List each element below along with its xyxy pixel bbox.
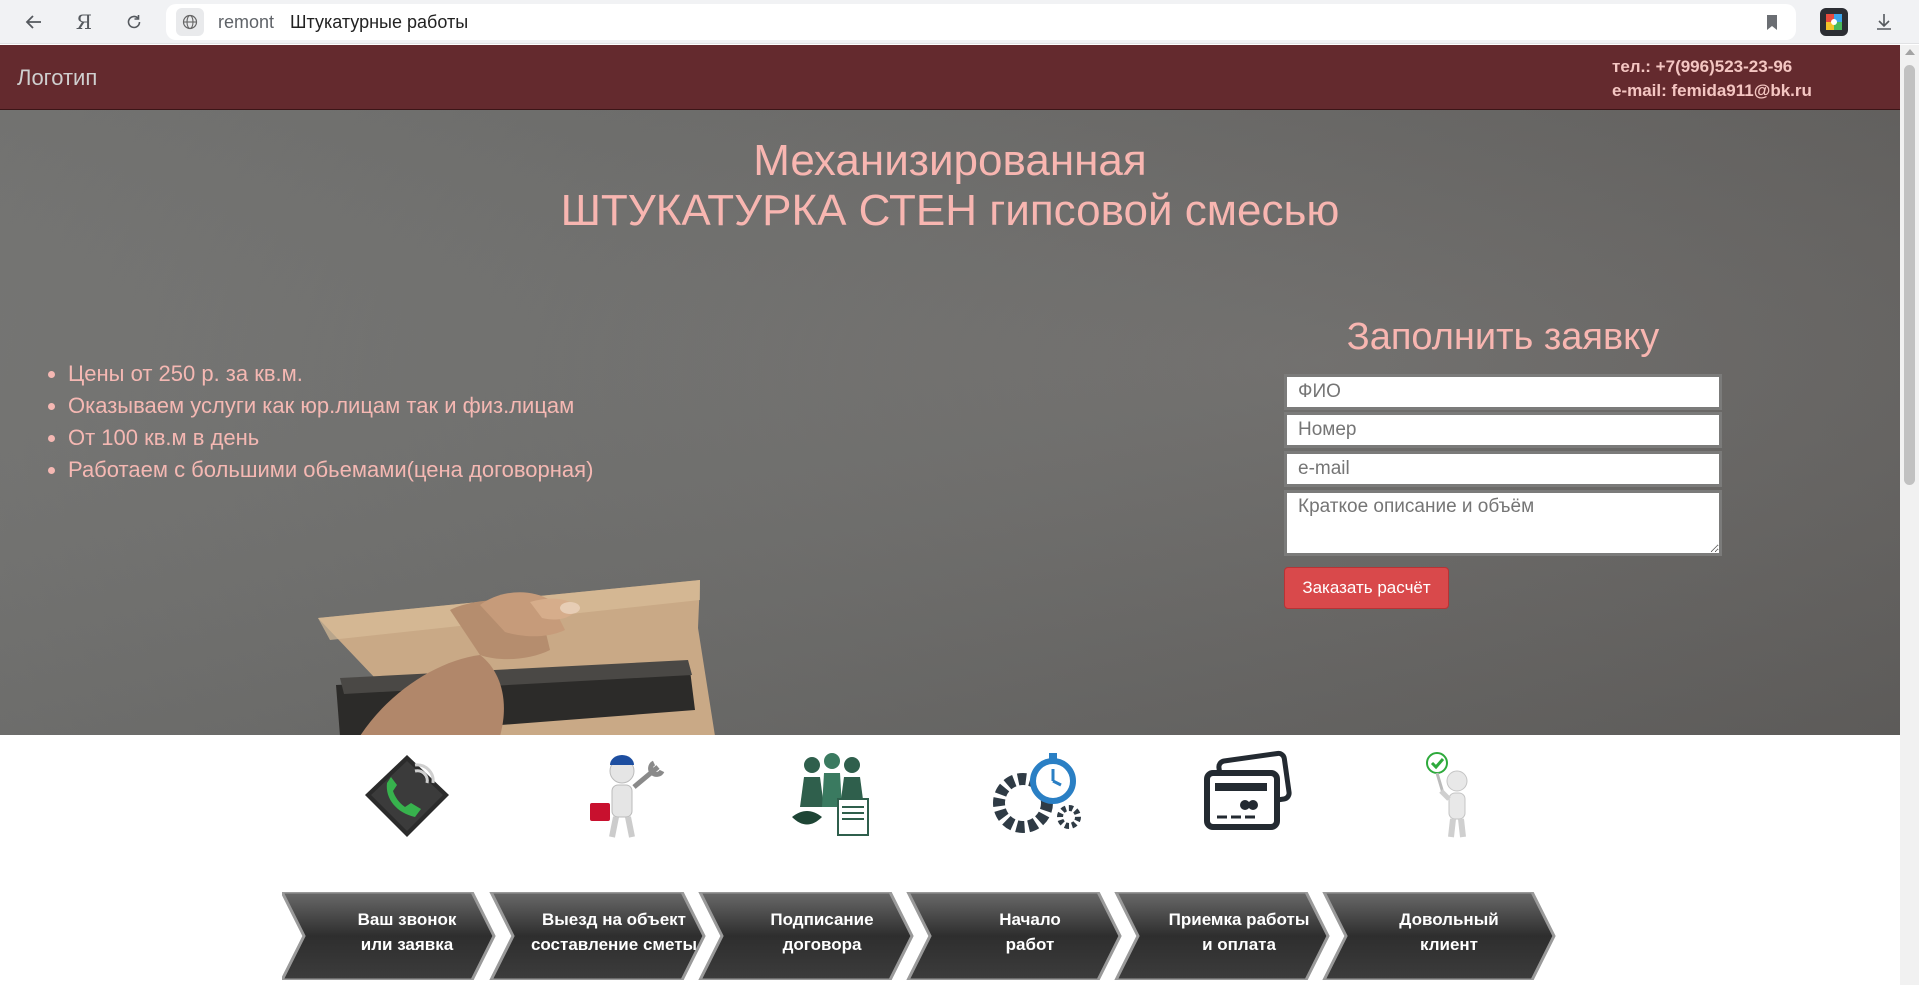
benefit-item: От 100 кв.м в день xyxy=(44,422,593,454)
happy-client-icon xyxy=(1426,752,1468,838)
hero-section: Механизированная ШТУКАТУРКА СТЕН гипсово… xyxy=(0,110,1900,735)
step-label-client: Довольный клиент xyxy=(1354,907,1544,957)
request-form-title: Заполнить заявку xyxy=(1346,316,1660,358)
description-field[interactable] xyxy=(1284,490,1722,556)
worker-icon xyxy=(590,755,665,838)
step-label-line: Начало xyxy=(999,910,1061,929)
email-address[interactable]: e-mail: femida911@bk.ru xyxy=(1612,79,1812,103)
extension-button[interactable] xyxy=(1820,8,1848,36)
benefit-item: Оказываем услуги как юр.лицам так и физ.… xyxy=(44,390,593,422)
step-label-line: Выезд на объект xyxy=(541,910,686,929)
logo[interactable]: Логотип xyxy=(17,65,97,91)
reload-button[interactable] xyxy=(118,6,150,38)
step-label-line: или заявка xyxy=(360,935,454,954)
bookmark-icon xyxy=(1767,15,1777,30)
step-label-acceptance: Приемка работы и оплата xyxy=(1144,907,1334,957)
scroll-up-arrow-icon[interactable] xyxy=(1905,49,1915,55)
step-label-line: составление сметы xyxy=(530,935,698,954)
hero-heading-line2: ШТУКАТУРКА СТЕН гипсовой смесью xyxy=(560,186,1340,235)
gears-stopwatch-icon xyxy=(993,753,1081,833)
step-label-call: Ваш звонок или заявка xyxy=(312,907,502,957)
site-header: Логотип тел.: +7(996)523-23-96 e-mail: f… xyxy=(0,45,1900,110)
step-label-contract: Подписание договора xyxy=(727,907,917,957)
hero-heading: Механизированная ШТУКАТУРКА СТЕН гипсово… xyxy=(0,136,1900,236)
step-label-line: Довольный xyxy=(1399,910,1499,929)
yandex-home-button[interactable]: Я xyxy=(68,6,100,38)
benefit-item: Работаем с большими обьемами(цена догово… xyxy=(44,454,593,486)
downloads-button[interactable] xyxy=(1870,8,1898,36)
trowel-hand-illustration xyxy=(318,580,715,735)
hero-heading-line1: Механизированная xyxy=(753,136,1147,185)
benefits-list: Цены от 250 р. за кв.м. Оказываем услуги… xyxy=(44,358,593,486)
work-steps: Ваш звонок или заявка Выезд на объект со… xyxy=(282,745,1568,985)
step-label-start: Начало работ xyxy=(935,907,1125,957)
address-domain: remont xyxy=(218,11,275,32)
contact-info: тел.: +7(996)523-23-96 e-mail: femida911… xyxy=(1612,55,1812,103)
browser-toolbar: Я remont Штукатурные работы xyxy=(0,0,1919,44)
bookmark-button[interactable] xyxy=(1762,12,1782,32)
credit-card-icon xyxy=(1204,750,1292,830)
back-button[interactable] xyxy=(18,6,50,38)
step-label-line: и оплата xyxy=(1202,935,1276,954)
order-estimate-button[interactable]: Заказать расчёт xyxy=(1284,567,1449,609)
benefit-item: Цены от 250 р. за кв.м. xyxy=(44,358,593,390)
phone-icon xyxy=(365,755,449,837)
step-label-line: Приемка работы xyxy=(1168,910,1310,929)
yandex-icon: Я xyxy=(75,10,93,34)
step-label-line: Подписание xyxy=(770,910,874,929)
step-label-visit: Выезд на объект составление сметы xyxy=(519,907,709,957)
download-icon xyxy=(1877,14,1891,30)
email-field[interactable] xyxy=(1284,451,1722,487)
step-label-line: клиент xyxy=(1419,935,1478,954)
page-scrollbar[interactable] xyxy=(1900,45,1919,985)
page: Логотип тел.: +7(996)523-23-96 e-mail: f… xyxy=(0,45,1900,985)
reload-icon xyxy=(127,15,141,29)
step-label-line: работ xyxy=(1005,935,1055,954)
phone-field[interactable] xyxy=(1284,412,1722,448)
arrow-left-icon xyxy=(25,15,41,29)
name-field[interactable] xyxy=(1284,374,1722,410)
globe-icon xyxy=(176,8,204,36)
scrollbar-thumb[interactable] xyxy=(1904,65,1915,485)
page-title: Штукатурные работы xyxy=(290,11,469,32)
handshake-icon xyxy=(792,753,869,836)
phone-number[interactable]: тел.: +7(996)523-23-96 xyxy=(1612,55,1812,79)
step-label-line: договора xyxy=(782,935,862,954)
address-bar[interactable]: remont Штукатурные работы xyxy=(166,4,1796,40)
extension-icon xyxy=(1826,14,1842,30)
step-label-line: Ваш звонок xyxy=(357,910,457,929)
